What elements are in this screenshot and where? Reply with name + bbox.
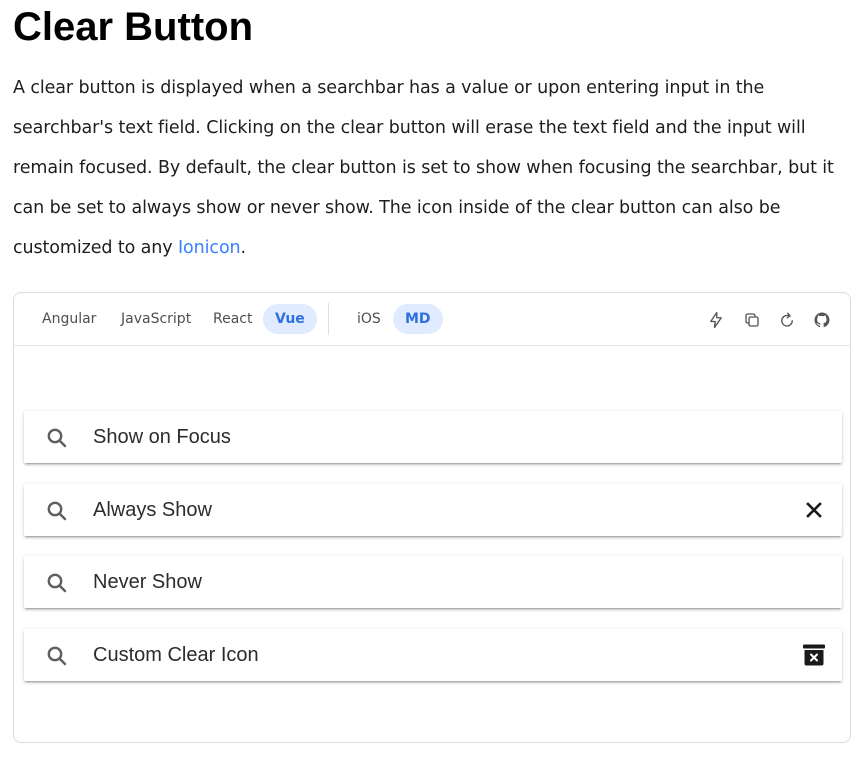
search-icon — [47, 428, 67, 448]
bolt-icon[interactable] — [706, 310, 726, 330]
intro-end: . — [240, 238, 247, 258]
search-input-never-show[interactable] — [93, 556, 783, 608]
tab-ios[interactable]: iOS — [345, 304, 393, 334]
toolbar-divider — [328, 303, 329, 335]
search-input-show-on-focus[interactable] — [93, 411, 783, 463]
playground-toolbar: Angular JavaScript React Vue iOS MD — [14, 293, 850, 346]
search-icon — [47, 573, 67, 593]
tab-angular[interactable]: Angular — [30, 304, 108, 334]
search-icon — [47, 501, 67, 521]
ionicon-link[interactable]: Ionicon — [178, 238, 241, 258]
code-playground: Angular JavaScript React Vue iOS MD — [13, 292, 851, 743]
searchbar-show-on-focus[interactable] — [24, 411, 842, 463]
copy-icon[interactable] — [742, 310, 762, 330]
tab-javascript[interactable]: JavaScript — [109, 304, 203, 334]
page-title: Clear Button — [13, 5, 253, 49]
reload-icon[interactable] — [777, 310, 797, 330]
search-icon — [47, 646, 67, 666]
clear-button[interactable] — [802, 498, 826, 522]
trash-bin-icon — [803, 644, 825, 666]
search-input-always-show[interactable] — [93, 484, 783, 536]
demo-preview — [14, 346, 850, 742]
github-icon[interactable] — [812, 310, 832, 330]
custom-clear-button[interactable] — [802, 643, 826, 667]
tab-react[interactable]: React — [201, 304, 264, 334]
close-icon — [806, 502, 822, 518]
tab-vue[interactable]: Vue — [263, 304, 317, 334]
intro-text: A clear button is displayed when a searc… — [13, 78, 834, 258]
searchbar-always-show[interactable] — [24, 484, 842, 536]
tab-md[interactable]: MD — [393, 304, 443, 334]
searchbar-custom-clear-icon[interactable] — [24, 629, 842, 681]
intro-paragraph: A clear button is displayed when a searc… — [13, 68, 853, 268]
search-input-custom-clear-icon[interactable] — [93, 629, 783, 681]
searchbar-never-show[interactable] — [24, 556, 842, 608]
